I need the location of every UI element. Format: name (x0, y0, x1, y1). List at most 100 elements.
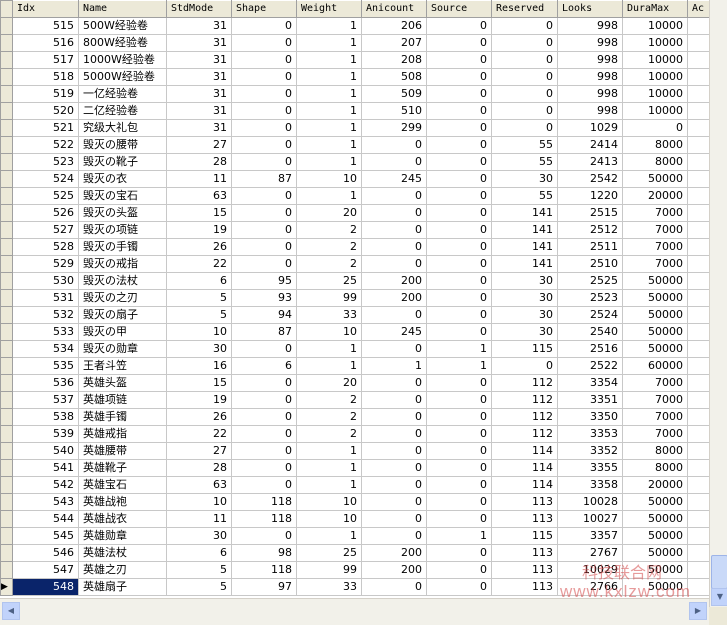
cell-looks[interactable]: 3353 (557, 425, 623, 443)
cell-stdmode[interactable]: 19 (166, 391, 232, 409)
cell-weight[interactable]: 1 (296, 153, 362, 171)
cell-name[interactable]: 1000W经验卷 (78, 51, 167, 69)
table-row[interactable]: 531 毁灭の之刃 5 93 99 200 0 30 2523 50000 (0, 289, 709, 307)
cell-looks[interactable]: 2515 (557, 204, 623, 222)
cell-stdmode[interactable]: 31 (166, 17, 232, 35)
cell-weight[interactable]: 1 (296, 340, 362, 358)
cell-looks[interactable]: 998 (557, 68, 623, 86)
cell-source[interactable]: 0 (426, 391, 492, 409)
row-indicator[interactable] (0, 85, 13, 103)
cell-looks[interactable]: 2524 (557, 306, 623, 324)
cell-stdmode[interactable]: 31 (166, 51, 232, 69)
cell-stdmode[interactable]: 6 (166, 272, 232, 290)
table-row[interactable]: 532 毁灭の扇子 5 94 33 0 0 30 2524 50000 (0, 306, 709, 324)
cell-reserved[interactable]: 114 (491, 476, 558, 494)
cell-idx[interactable]: 540 (12, 442, 79, 460)
table-row[interactable]: 534 毁灭の勋章 30 0 1 0 1 115 2516 50000 (0, 340, 709, 358)
cell-idx[interactable]: 521 (12, 119, 79, 137)
cell-stdmode[interactable]: 27 (166, 136, 232, 154)
cell-ac[interactable] (687, 85, 709, 103)
row-indicator[interactable] (0, 170, 13, 188)
cell-anicount[interactable]: 207 (361, 34, 427, 52)
cell-reserved[interactable]: 113 (491, 510, 558, 528)
cell-reserved[interactable]: 0 (491, 102, 558, 120)
cell-reserved[interactable]: 0 (491, 34, 558, 52)
table-row[interactable]: ▶ 548 英雄扇子 5 97 33 0 0 113 2766 50000 (0, 578, 709, 596)
table-row[interactable]: 521 究级大礼包 31 0 1 299 0 0 1029 0 (0, 119, 709, 137)
cell-name[interactable]: 王者斗笠 (78, 357, 167, 375)
cell-shape[interactable]: 0 (231, 391, 297, 409)
cell-reserved[interactable]: 30 (491, 289, 558, 307)
cell-stdmode[interactable]: 16 (166, 357, 232, 375)
cell-ac[interactable] (687, 476, 709, 494)
cell-stdmode[interactable]: 5 (166, 306, 232, 324)
table-row[interactable]: 520 二亿经验卷 31 0 1 510 0 0 998 10000 (0, 102, 709, 120)
cell-weight[interactable]: 1 (296, 102, 362, 120)
cell-stdmode[interactable]: 30 (166, 527, 232, 545)
table-row[interactable]: 516 800W经验卷 31 0 1 207 0 0 998 10000 (0, 34, 709, 52)
cell-anicount[interactable]: 0 (361, 459, 427, 477)
cell-idx[interactable]: 529 (12, 255, 79, 273)
cell-weight[interactable]: 2 (296, 408, 362, 426)
cell-duramax[interactable]: 50000 (622, 272, 688, 290)
table-row[interactable]: 538 英雄手镯 26 0 2 0 0 112 3350 7000 (0, 408, 709, 426)
cell-idx[interactable]: 545 (12, 527, 79, 545)
cell-duramax[interactable]: 10000 (622, 51, 688, 69)
cell-weight[interactable]: 1 (296, 51, 362, 69)
cell-looks[interactable]: 998 (557, 85, 623, 103)
cell-duramax[interactable]: 50000 (622, 578, 688, 596)
column-header-weight[interactable]: Weight (296, 0, 362, 18)
cell-shape[interactable]: 0 (231, 442, 297, 460)
cell-shape[interactable]: 97 (231, 578, 297, 596)
cell-anicount[interactable]: 0 (361, 510, 427, 528)
scroll-thumb[interactable] (711, 555, 727, 589)
row-indicator[interactable] (0, 187, 13, 205)
column-header-ac[interactable]: Ac (687, 0, 709, 18)
cell-source[interactable]: 0 (426, 272, 492, 290)
cell-shape[interactable]: 118 (231, 493, 297, 511)
cell-idx[interactable]: 536 (12, 374, 79, 392)
cell-duramax[interactable]: 50000 (622, 289, 688, 307)
cell-source[interactable]: 0 (426, 306, 492, 324)
cell-stdmode[interactable]: 19 (166, 221, 232, 239)
cell-shape[interactable]: 0 (231, 51, 297, 69)
cell-stdmode[interactable]: 5 (166, 561, 232, 579)
cell-source[interactable]: 0 (426, 136, 492, 154)
table-row[interactable]: 535 王者斗笠 16 6 1 1 1 0 2522 60000 (0, 357, 709, 375)
cell-duramax[interactable]: 50000 (622, 340, 688, 358)
cell-stdmode[interactable]: 6 (166, 544, 232, 562)
cell-ac[interactable] (687, 255, 709, 273)
cell-ac[interactable] (687, 187, 709, 205)
cell-looks[interactable]: 3352 (557, 442, 623, 460)
row-indicator[interactable] (0, 289, 13, 307)
cell-shape[interactable]: 0 (231, 459, 297, 477)
cell-ac[interactable] (687, 306, 709, 324)
cell-duramax[interactable]: 10000 (622, 17, 688, 35)
cell-weight[interactable]: 2 (296, 425, 362, 443)
cell-source[interactable]: 0 (426, 170, 492, 188)
cell-anicount[interactable]: 0 (361, 476, 427, 494)
cell-looks[interactable]: 3358 (557, 476, 623, 494)
cell-name[interactable]: 究级大礼包 (78, 119, 167, 137)
cell-duramax[interactable]: 20000 (622, 476, 688, 494)
cell-stdmode[interactable]: 5 (166, 289, 232, 307)
cell-ac[interactable] (687, 34, 709, 52)
row-indicator[interactable] (0, 119, 13, 137)
cell-idx[interactable]: 530 (12, 272, 79, 290)
row-indicator[interactable] (0, 34, 13, 52)
table-row[interactable]: 526 毁灭の头盔 15 0 20 0 0 141 2515 7000 (0, 204, 709, 222)
cell-reserved[interactable]: 141 (491, 238, 558, 256)
cell-reserved[interactable]: 55 (491, 136, 558, 154)
cell-stdmode[interactable]: 28 (166, 153, 232, 171)
cell-anicount[interactable]: 508 (361, 68, 427, 86)
cell-stdmode[interactable]: 28 (166, 459, 232, 477)
cell-duramax[interactable]: 7000 (622, 391, 688, 409)
cell-idx[interactable]: 522 (12, 136, 79, 154)
cell-source[interactable]: 0 (426, 221, 492, 239)
cell-looks[interactable]: 2767 (557, 544, 623, 562)
cell-source[interactable]: 1 (426, 527, 492, 545)
cell-idx[interactable]: 531 (12, 289, 79, 307)
cell-anicount[interactable]: 0 (361, 578, 427, 596)
cell-idx[interactable]: 535 (12, 357, 79, 375)
cell-reserved[interactable]: 30 (491, 323, 558, 341)
